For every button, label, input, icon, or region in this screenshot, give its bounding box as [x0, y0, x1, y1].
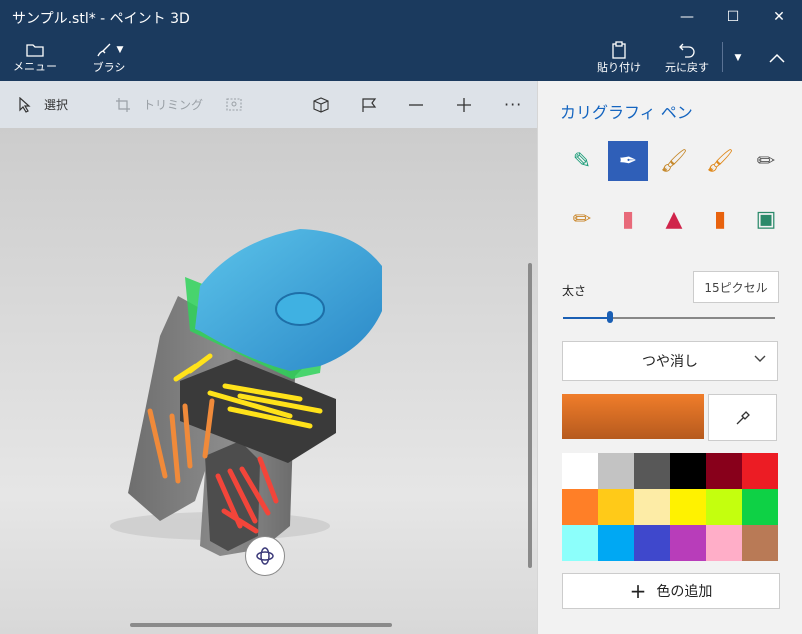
- rotate-3d-icon: [256, 547, 274, 565]
- menu-label: メニュー: [13, 59, 57, 73]
- color-swatch[interactable]: [634, 489, 670, 525]
- color-palette: [562, 453, 778, 561]
- color-swatch[interactable]: [670, 489, 706, 525]
- color-swatch[interactable]: [742, 489, 778, 525]
- color-swatch[interactable]: [742, 453, 778, 489]
- collapse-ribbon-button[interactable]: [760, 34, 794, 81]
- thickness-slider-thumb[interactable]: [607, 311, 613, 323]
- title-bar: サンプル.stl* - ペイント 3D — ☐ ✕: [0, 0, 802, 34]
- color-swatch[interactable]: [562, 453, 598, 489]
- color-swatch[interactable]: [634, 525, 670, 561]
- maximize-button[interactable]: ☐: [710, 0, 756, 34]
- brush-pencil[interactable]: ✏: [562, 199, 602, 239]
- brush-spray-can[interactable]: ▮: [700, 199, 740, 239]
- brush-oil-brush[interactable]: 🖌: [654, 141, 694, 181]
- paste-label: 貼り付け: [597, 60, 641, 74]
- crayon-icon: ▲: [665, 206, 683, 232]
- model-hole: [275, 292, 325, 326]
- chevron-down-icon: ▼: [734, 52, 742, 63]
- chevron-down-icon: [754, 355, 766, 362]
- spray-can-icon: ▮: [713, 206, 727, 232]
- window-title: サンプル.stl* - ペイント 3D: [12, 11, 190, 27]
- current-color-swatch[interactable]: [562, 394, 704, 439]
- clipboard-icon: [612, 40, 626, 59]
- color-swatch[interactable]: [706, 489, 742, 525]
- color-swatch[interactable]: [742, 525, 778, 561]
- model-slot: [205, 441, 260, 551]
- brush-label: ブラシ: [92, 60, 126, 74]
- brush-crayon[interactable]: ▲: [654, 199, 694, 239]
- brush-panel: カリグラフィ ペン ✎ ✒ 🖌 🖌 ✏ ✏ ▮ ▲ ▮ ▣ 太さ 15ピクセル つや消し + 色の…: [537, 81, 802, 634]
- brush-button[interactable]: ▼ ブラシ: [86, 34, 132, 81]
- brush-marker[interactable]: ✎: [562, 141, 602, 181]
- undo-label: 元に戻す: [665, 60, 709, 74]
- pencil-icon: ✏: [572, 206, 592, 232]
- fill-bucket-icon: ▣: [755, 206, 777, 232]
- oil-brush-icon: 🖌: [660, 148, 688, 174]
- chevron-down-icon: ▼: [116, 44, 124, 55]
- watercolor-icon: 🖌: [706, 148, 734, 174]
- color-swatch[interactable]: [706, 525, 742, 561]
- color-swatch[interactable]: [670, 525, 706, 561]
- thickness-label: 太さ: [562, 284, 587, 298]
- eraser-icon: ▮: [621, 206, 635, 232]
- color-swatch[interactable]: [670, 453, 706, 489]
- menu-button[interactable]: メニュー: [12, 34, 58, 81]
- brush-icon: [96, 43, 111, 56]
- color-swatch[interactable]: [634, 453, 670, 489]
- vertical-scrollbar[interactable]: [528, 263, 532, 568]
- ribbon-divider: [722, 42, 723, 72]
- thickness-slider-fill: [563, 317, 610, 319]
- brush-pixel-pen[interactable]: ✏: [746, 141, 786, 181]
- undo-button[interactable]: 元に戻す: [662, 34, 712, 81]
- marker-icon: ✎: [572, 148, 592, 174]
- close-button[interactable]: ✕: [756, 0, 802, 34]
- chevron-up-icon: [769, 53, 785, 63]
- brush-fill[interactable]: ▣: [746, 199, 786, 239]
- ribbon: メニュー ▼ ブラシ 貼り付け 元に戻す ▼: [0, 34, 802, 81]
- color-swatch[interactable]: [706, 453, 742, 489]
- finish-value: つや消し: [642, 354, 698, 370]
- brush-watercolor[interactable]: 🖌: [700, 141, 740, 181]
- color-swatch[interactable]: [598, 525, 634, 561]
- color-swatch[interactable]: [562, 489, 598, 525]
- add-color-label: 色の追加: [656, 584, 713, 600]
- finish-dropdown[interactable]: つや消し: [562, 341, 778, 381]
- folder-icon: [26, 43, 44, 57]
- minimize-button[interactable]: —: [664, 0, 710, 34]
- plus-icon: +: [629, 579, 647, 603]
- thickness-input[interactable]: 15ピクセル: [693, 271, 779, 303]
- horizontal-scrollbar[interactable]: [130, 623, 392, 627]
- color-swatch[interactable]: [562, 525, 598, 561]
- calligraphy-pen-icon: ✒: [618, 148, 638, 174]
- canvas-area[interactable]: 選択 トリミング ···: [0, 81, 537, 634]
- brush-calligraphy-pen[interactable]: ✒: [608, 141, 648, 181]
- undo-icon: [679, 43, 695, 58]
- brush-eraser[interactable]: ▮: [608, 199, 648, 239]
- color-swatch[interactable]: [598, 453, 634, 489]
- panel-title: カリグラフィ ペン: [560, 103, 693, 122]
- eyedropper-button[interactable]: [708, 394, 777, 441]
- color-swatch[interactable]: [598, 489, 634, 525]
- add-color-button[interactable]: + 色の追加: [562, 573, 780, 609]
- pixel-pen-icon: ✏: [756, 148, 776, 174]
- eyedropper-icon: [736, 410, 750, 424]
- rotate-view-button[interactable]: [245, 536, 285, 576]
- undo-history-dropdown[interactable]: ▼: [726, 34, 750, 81]
- paste-button[interactable]: 貼り付け: [596, 34, 642, 81]
